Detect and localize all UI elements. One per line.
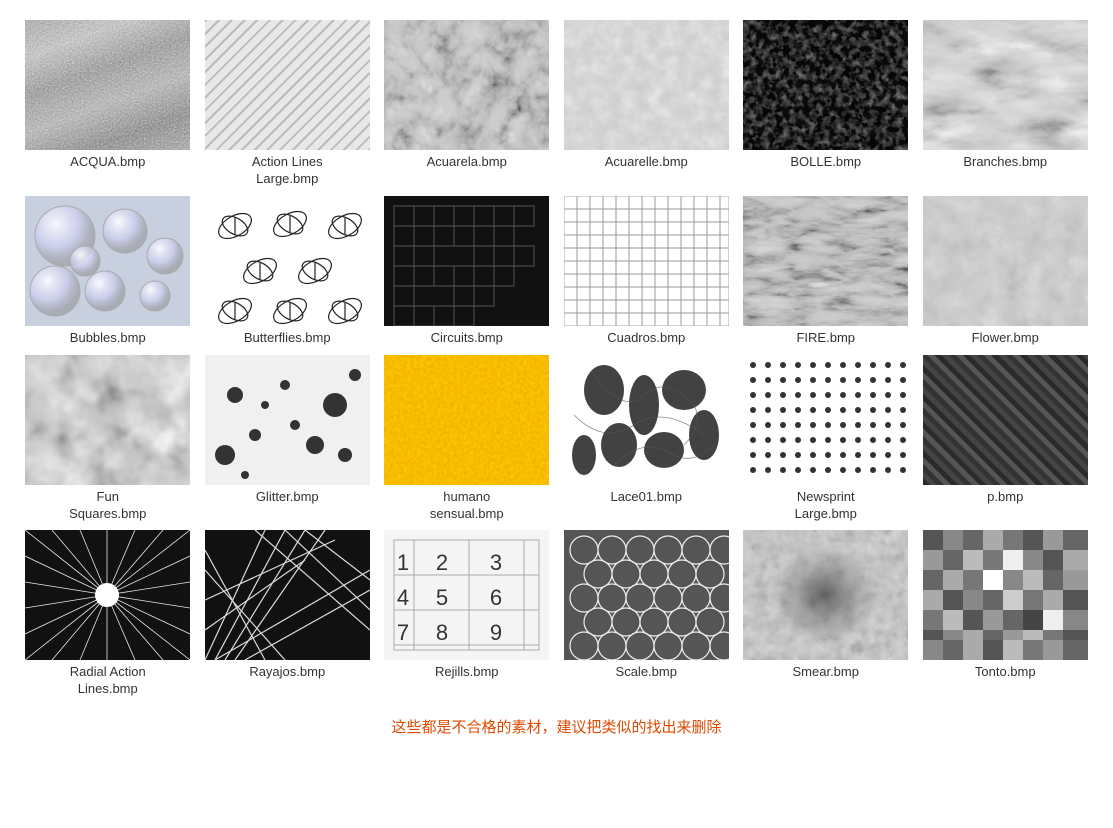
label-bubbles: Bubbles.bmp xyxy=(70,330,146,347)
main-container: ACQUA.bmp Action LinesLarge.bmp Acuarela… xyxy=(10,10,1103,747)
svg-text:1: 1 xyxy=(397,550,409,575)
texture-grid: ACQUA.bmp Action LinesLarge.bmp Acuarela… xyxy=(10,10,1103,708)
svg-text:6: 6 xyxy=(490,585,502,610)
thumb-acuarelle xyxy=(564,20,729,150)
thumb-circuits xyxy=(384,196,549,326)
thumb-humano xyxy=(384,355,549,485)
thumb-pbmp xyxy=(923,355,1088,485)
item-branches[interactable]: Branches.bmp xyxy=(918,20,1094,188)
item-circuits[interactable]: Circuits.bmp xyxy=(379,196,555,347)
item-rayajos[interactable]: Rayajos.bmp xyxy=(200,530,376,698)
item-funsquares[interactable]: FunSquares.bmp xyxy=(20,355,196,523)
thumb-acqua xyxy=(25,20,190,150)
item-rejills[interactable]: 1 2 3 4 5 6 7 8 9 Rejills.bmp xyxy=(379,530,555,698)
svg-text:2: 2 xyxy=(436,550,448,575)
item-smear[interactable]: Smear.bmp xyxy=(738,530,914,698)
label-acqua: ACQUA.bmp xyxy=(70,154,145,171)
item-tonto[interactable]: Tonto.bmp xyxy=(918,530,1094,698)
label-acuarelle: Acuarelle.bmp xyxy=(605,154,688,171)
thumb-butterflies xyxy=(205,196,370,326)
item-glitter[interactable]: Glitter.bmp xyxy=(200,355,376,523)
item-scale[interactable]: Scale.bmp xyxy=(559,530,735,698)
item-flower[interactable]: Flower.bmp xyxy=(918,196,1094,347)
thumb-glitter xyxy=(205,355,370,485)
item-humano[interactable]: humanosensual.bmp xyxy=(379,355,555,523)
thumb-bolle xyxy=(743,20,908,150)
label-glitter: Glitter.bmp xyxy=(256,489,319,506)
thumb-bubbles xyxy=(25,196,190,326)
svg-text:4: 4 xyxy=(397,585,409,610)
label-butterflies: Butterflies.bmp xyxy=(244,330,331,347)
label-humano: humanosensual.bmp xyxy=(430,489,504,523)
item-acqua[interactable]: ACQUA.bmp xyxy=(20,20,196,188)
item-cuadros[interactable]: Cuadros.bmp xyxy=(559,196,735,347)
item-bubbles[interactable]: Bubbles.bmp xyxy=(20,196,196,347)
thumb-flower xyxy=(923,196,1088,326)
svg-text:8: 8 xyxy=(436,620,448,645)
label-funsquares: FunSquares.bmp xyxy=(69,489,146,523)
thumb-tonto xyxy=(923,530,1088,660)
svg-text:9: 9 xyxy=(490,620,502,645)
item-pbmp[interactable]: p.bmp xyxy=(918,355,1094,523)
thumb-cuadros xyxy=(564,196,729,326)
label-cuadros: Cuadros.bmp xyxy=(607,330,685,347)
thumb-lace xyxy=(564,355,729,485)
thumb-fire xyxy=(743,196,908,326)
thumb-scale xyxy=(564,530,729,660)
svg-text:3: 3 xyxy=(490,550,502,575)
label-circuits: Circuits.bmp xyxy=(431,330,503,347)
label-scale: Scale.bmp xyxy=(616,664,677,681)
thumb-funsquares xyxy=(25,355,190,485)
label-branches: Branches.bmp xyxy=(963,154,1047,171)
label-acuarela: Acuarela.bmp xyxy=(427,154,507,171)
label-fire: FIRE.bmp xyxy=(796,330,855,347)
item-radial[interactable]: Radial ActionLines.bmp xyxy=(20,530,196,698)
label-flower: Flower.bmp xyxy=(972,330,1039,347)
item-fire[interactable]: FIRE.bmp xyxy=(738,196,914,347)
label-radial: Radial ActionLines.bmp xyxy=(70,664,146,698)
thumb-branches xyxy=(923,20,1088,150)
item-lace[interactable]: Lace01.bmp xyxy=(559,355,735,523)
item-butterflies[interactable]: Butterflies.bmp xyxy=(200,196,376,347)
footer-note: 这些都是不合格的素材，建议把类似的找出来删除 xyxy=(10,716,1103,747)
label-actionlines: Action LinesLarge.bmp xyxy=(252,154,323,188)
label-lace: Lace01.bmp xyxy=(610,489,682,506)
thumb-radial xyxy=(25,530,190,660)
thumb-acuarela xyxy=(384,20,549,150)
label-newsprint: NewsprintLarge.bmp xyxy=(795,489,857,523)
item-actionlines[interactable]: Action LinesLarge.bmp xyxy=(200,20,376,188)
thumb-rayajos xyxy=(205,530,370,660)
label-tonto: Tonto.bmp xyxy=(975,664,1036,681)
thumb-actionlines xyxy=(205,20,370,150)
thumb-newsprint xyxy=(743,355,908,485)
item-acuarelle[interactable]: Acuarelle.bmp xyxy=(559,20,735,188)
svg-text:7: 7 xyxy=(397,620,409,645)
item-newsprint[interactable]: NewsprintLarge.bmp xyxy=(738,355,914,523)
label-bolle: BOLLE.bmp xyxy=(790,154,861,171)
thumb-rejills: 1 2 3 4 5 6 7 8 9 xyxy=(384,530,549,660)
label-pbmp: p.bmp xyxy=(987,489,1023,506)
label-rejills: Rejills.bmp xyxy=(435,664,499,681)
label-smear: Smear.bmp xyxy=(793,664,859,681)
thumb-smear xyxy=(743,530,908,660)
label-rayajos: Rayajos.bmp xyxy=(249,664,325,681)
item-acuarela[interactable]: Acuarela.bmp xyxy=(379,20,555,188)
item-bolle[interactable]: BOLLE.bmp xyxy=(738,20,914,188)
svg-text:5: 5 xyxy=(436,585,448,610)
